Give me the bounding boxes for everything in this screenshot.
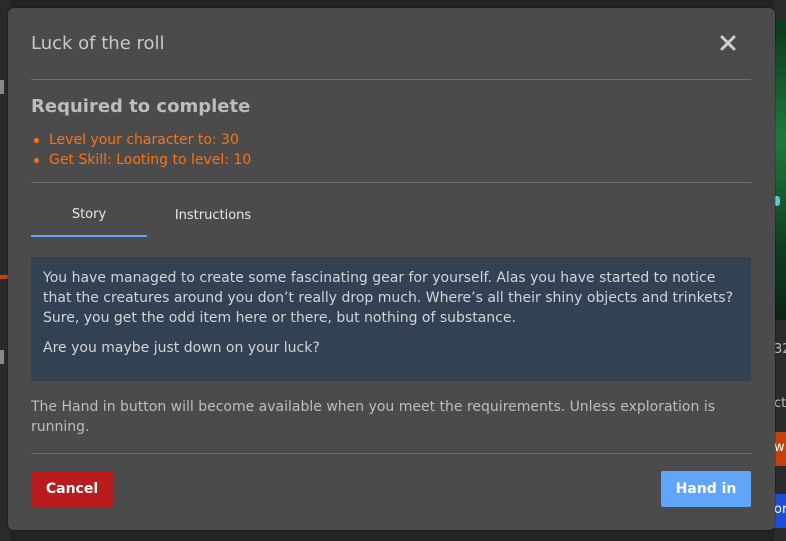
requirements-list: Level your character to: 30 Get Skill: L…	[31, 130, 251, 170]
background-right-text: ct	[774, 396, 786, 411]
cancel-button[interactable]: Cancel	[31, 471, 113, 507]
background-map-image	[774, 20, 786, 320]
requirement-text: Level your character to: 30	[49, 132, 239, 148]
modal-header: Luck of the roll	[31, 8, 751, 80]
bullet-icon	[34, 158, 39, 163]
bullet-icon	[34, 138, 39, 143]
story-paragraph: You have managed to create some fascinat…	[43, 270, 733, 326]
story-paragraph: Are you maybe just down on your luck?	[43, 340, 320, 356]
tab-story[interactable]: Story	[31, 200, 147, 237]
tab-bar: Story Instructions	[31, 200, 291, 238]
requirements-section: Required to complete Level your characte…	[31, 80, 751, 183]
requirement-text: Get Skill: Looting to level: 10	[49, 152, 252, 168]
close-button[interactable]	[719, 34, 737, 52]
requirement-item: Level your character to: 30	[31, 130, 251, 150]
requirement-item: Get Skill: Looting to level: 10	[31, 150, 251, 170]
background-left-marker	[0, 80, 4, 94]
hand-in-button[interactable]: Hand in	[661, 471, 751, 507]
footer-divider	[31, 453, 751, 454]
background-right-text: 32	[774, 342, 786, 357]
tab-instructions[interactable]: Instructions	[151, 201, 275, 238]
quest-modal: Luck of the roll Required to complete Le…	[8, 8, 775, 530]
close-icon	[720, 35, 736, 51]
modal-title: Luck of the roll	[31, 33, 165, 54]
requirements-title: Required to complete	[31, 96, 251, 117]
background-left-marker	[0, 350, 4, 364]
background-right-button: or	[774, 494, 786, 528]
background-right-button: w	[774, 432, 786, 466]
hand-in-note: The Hand in button will become available…	[31, 399, 716, 435]
story-panel: You have managed to create some fascinat…	[31, 257, 751, 381]
